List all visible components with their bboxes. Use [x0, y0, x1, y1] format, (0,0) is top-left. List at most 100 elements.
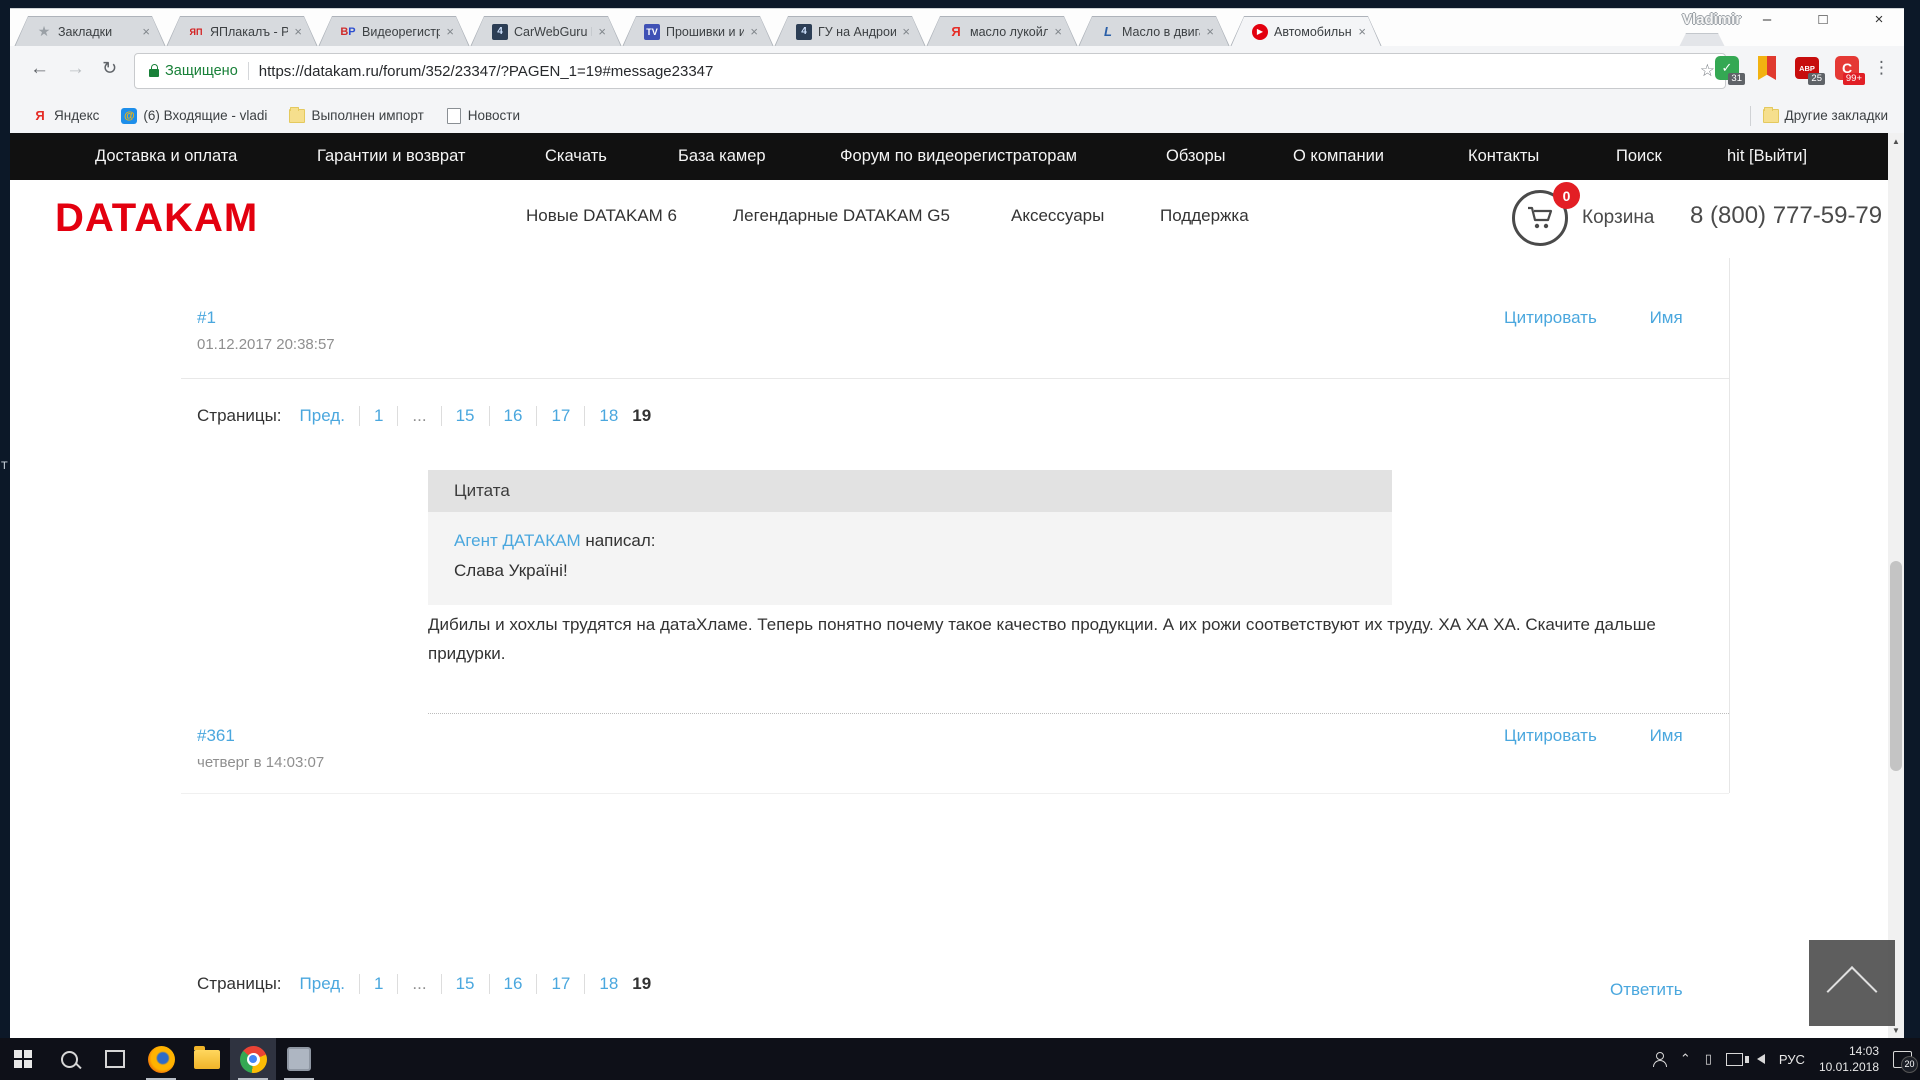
- taskbar-explorer[interactable]: [184, 1038, 230, 1080]
- forward-icon[interactable]: →: [66, 58, 85, 80]
- language-indicator[interactable]: РУС: [1779, 1052, 1805, 1067]
- scroll-to-top-button[interactable]: [1809, 940, 1895, 1026]
- menu-accessories[interactable]: Аксессуары: [1011, 206, 1104, 226]
- browser-menu-icon[interactable]: ⋮: [1873, 58, 1890, 78]
- tab-close-icon[interactable]: ×: [598, 25, 606, 38]
- nav-about[interactable]: О компании: [1293, 147, 1384, 166]
- menu-support[interactable]: Поддержка: [1160, 206, 1249, 226]
- page-scrollbar[interactable]: ▲ ▼: [1888, 133, 1904, 1038]
- tab-close-icon[interactable]: ×: [294, 25, 302, 38]
- action-center-icon[interactable]: 20: [1893, 1051, 1912, 1068]
- page-18[interactable]: 18: [599, 406, 618, 426]
- taskbar-app[interactable]: [276, 1038, 322, 1080]
- bookmark-yandex[interactable]: Я Яндекс: [32, 108, 99, 124]
- nav-search[interactable]: Поиск: [1616, 147, 1662, 166]
- reload-icon[interactable]: ↻: [102, 58, 117, 79]
- people-icon[interactable]: [1652, 1052, 1666, 1066]
- cart-button[interactable]: 0: [1512, 190, 1568, 246]
- task-view-button[interactable]: [92, 1038, 138, 1080]
- display-icon[interactable]: [1726, 1053, 1743, 1066]
- page-prev[interactable]: Пред.: [300, 974, 345, 994]
- post-1-anchor[interactable]: #1: [197, 308, 216, 327]
- tab-videoregistrator[interactable]: BP Видеорегистрато ×: [318, 16, 470, 47]
- nav-contacts[interactable]: Контакты: [1468, 147, 1539, 166]
- nav-logout[interactable]: hit [Выйти]: [1727, 147, 1807, 166]
- url-text[interactable]: https://datakam.ru/forum/352/23347/?PAGE…: [259, 63, 1692, 80]
- tab-close-icon[interactable]: ×: [750, 25, 758, 38]
- extension-shield[interactable]: ✓ 31: [1713, 54, 1741, 82]
- scrollbar-thumb[interactable]: [1890, 561, 1902, 771]
- taskbar-search-button[interactable]: [46, 1038, 92, 1080]
- page-16[interactable]: 16: [504, 406, 523, 426]
- tab-bookmarks[interactable]: ★ Закладки ×: [14, 16, 166, 47]
- back-icon[interactable]: ←: [30, 58, 49, 80]
- tab-android-headunit[interactable]: 4 ГУ на Андроид 7 ×: [774, 16, 926, 47]
- quote-link[interactable]: Цитировать: [1504, 726, 1597, 745]
- app-icon: [287, 1047, 311, 1071]
- nav-reviews[interactable]: Обзоры: [1166, 147, 1226, 166]
- page-18[interactable]: 18: [599, 974, 618, 994]
- tab-oil-search[interactable]: Я масло лукойл 5w ×: [926, 16, 1078, 47]
- nav-warranty[interactable]: Гарантии и возврат: [317, 147, 465, 166]
- minimize-button[interactable]: –: [1752, 11, 1782, 28]
- tab-close-icon[interactable]: ×: [446, 25, 454, 38]
- menu-datakam-g5[interactable]: Легендарные DATAKAM G5: [733, 206, 950, 226]
- pagination-ellipsis: ...: [412, 406, 426, 426]
- tab-close-icon[interactable]: ×: [1054, 25, 1062, 38]
- page-17[interactable]: 17: [551, 974, 570, 994]
- page-1[interactable]: 1: [374, 974, 383, 994]
- reply-link[interactable]: Ответить: [1610, 980, 1683, 1000]
- quote-author-link[interactable]: Агент ДАТАКАМ: [454, 531, 581, 550]
- maximize-button[interactable]: □: [1808, 11, 1838, 28]
- tab-close-icon[interactable]: ×: [142, 25, 150, 38]
- tab-close-icon[interactable]: ×: [1206, 25, 1214, 38]
- nav-download[interactable]: Скачать: [545, 147, 607, 166]
- tab-engine-oil[interactable]: L Масло в двигате ×: [1078, 16, 1230, 47]
- address-bar[interactable]: Защищено https://datakam.ru/forum/352/23…: [134, 53, 1726, 89]
- tray-expand-icon[interactable]: ⌃: [1680, 1051, 1691, 1067]
- speaker-icon[interactable]: [1757, 1054, 1765, 1064]
- tab-close-icon[interactable]: ×: [1358, 25, 1366, 38]
- taskbar-firefox[interactable]: [138, 1038, 184, 1080]
- taskbar-clock[interactable]: 14:03 10.01.2018: [1819, 1043, 1879, 1075]
- nav-delivery[interactable]: Доставка и оплата: [95, 147, 237, 166]
- page-15[interactable]: 15: [456, 406, 475, 426]
- mail-icon: @: [121, 108, 137, 124]
- page-17[interactable]: 17: [551, 406, 570, 426]
- bookmark-inbox[interactable]: @ (6) Входящие - vladi: [121, 108, 267, 124]
- site-header: DATAKAM Новые DATAKAM 6 Легендарные DATA…: [10, 180, 1888, 259]
- post-361-anchor[interactable]: #361: [197, 726, 235, 745]
- page-1[interactable]: 1: [374, 406, 383, 426]
- profile-badge[interactable]: Vladimir: [1682, 11, 1741, 28]
- tab-yaplakal[interactable]: ЯП ЯПлакалъ - Разд ×: [166, 16, 318, 47]
- cart-label[interactable]: Корзина: [1582, 207, 1654, 229]
- menu-datakam6[interactable]: Новые DATAKAM 6: [526, 206, 677, 226]
- nav-forum[interactable]: Форум по видеорегистраторам: [840, 147, 1077, 166]
- taskbar-chrome-active[interactable]: [230, 1038, 276, 1080]
- tab-firmware[interactable]: TV Прошивки и инс ×: [622, 16, 774, 47]
- datakam-logo[interactable]: DATAKAM: [55, 196, 258, 241]
- post-361-actions: Цитировать Имя: [1504, 726, 1683, 746]
- start-button[interactable]: [0, 1038, 46, 1080]
- other-bookmarks[interactable]: Другие закладки: [1763, 108, 1888, 124]
- extension-adblock[interactable]: ABP 25: [1793, 54, 1821, 82]
- extension-cashback[interactable]: C 99+: [1833, 54, 1861, 82]
- screen: Т Vladimir – □ × ★ Закладки ×: [0, 0, 1920, 1080]
- close-button[interactable]: ×: [1864, 11, 1894, 28]
- page-prev[interactable]: Пред.: [300, 406, 345, 426]
- name-link[interactable]: Имя: [1650, 308, 1683, 327]
- name-link[interactable]: Имя: [1650, 726, 1683, 745]
- bookmark-import-folder[interactable]: Выполнен импорт: [289, 108, 423, 124]
- extension-bookmarks[interactable]: [1753, 54, 1781, 82]
- nav-camera-base[interactable]: База камер: [678, 147, 766, 166]
- quote-link[interactable]: Цитировать: [1504, 308, 1597, 327]
- tab-datakam-active[interactable]: ▶ Автомобильные ×: [1230, 16, 1382, 47]
- scroll-up-icon[interactable]: ▲: [1888, 133, 1904, 149]
- page-15[interactable]: 15: [456, 974, 475, 994]
- secure-lock-icon: [149, 69, 159, 77]
- battery-icon[interactable]: ▯: [1705, 1051, 1712, 1067]
- page-16[interactable]: 16: [504, 974, 523, 994]
- bookmark-news[interactable]: Новости: [446, 108, 520, 124]
- tab-carwebguru[interactable]: 4 CarWebGuru Lau ×: [470, 16, 622, 47]
- tab-close-icon[interactable]: ×: [902, 25, 910, 38]
